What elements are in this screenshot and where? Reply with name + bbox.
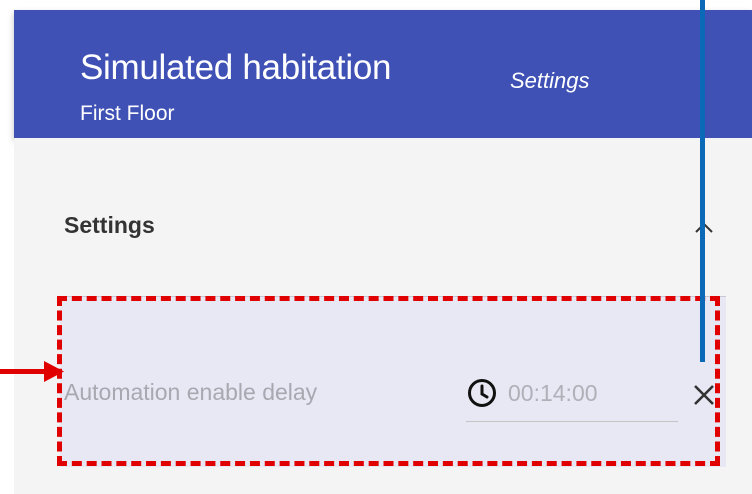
setting-row-automation-delay: Automation enable delay 00:14:00 (60, 296, 726, 467)
clock-icon (468, 379, 496, 407)
chevron-up-icon[interactable] (692, 216, 716, 240)
page-title: Simulated habitation (80, 48, 392, 87)
floor-label: First Floor (80, 102, 175, 125)
app-bar: Simulated habitation Settings First Floo… (14, 10, 752, 138)
time-input[interactable]: 00:14:00 (466, 367, 678, 422)
setting-label: Automation enable delay (64, 379, 318, 405)
close-icon[interactable] (690, 381, 718, 409)
page-subtitle: Settings (510, 68, 590, 93)
section-title: Settings (64, 212, 155, 238)
settings-panel: Settings Automation enable delay 00:14:0… (14, 138, 752, 494)
time-value: 00:14:00 (508, 380, 598, 406)
